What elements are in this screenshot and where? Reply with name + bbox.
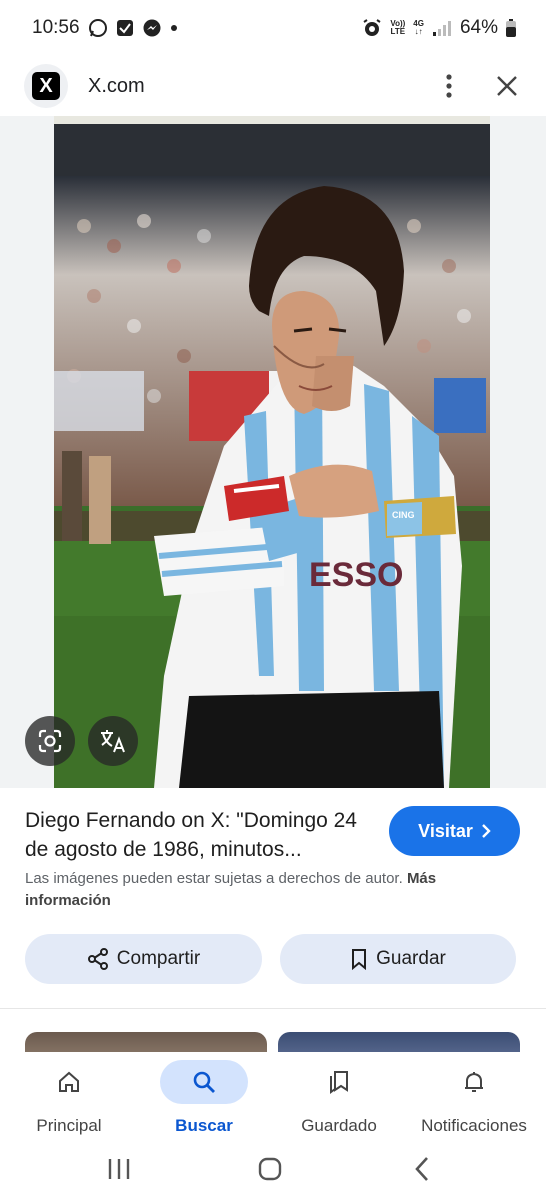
jersey-sponsor-text: ESSO xyxy=(309,556,403,594)
result-title[interactable]: Diego Fernando on X: "Domingo 24 de agos… xyxy=(25,806,365,864)
photo-illustration: CING ESSO xyxy=(54,116,490,788)
share-icon xyxy=(87,948,108,970)
site-name[interactable]: X.com xyxy=(88,75,434,98)
save-button[interactable]: Guardar xyxy=(280,934,516,984)
whatsapp-icon xyxy=(88,18,108,38)
bookmark-icon xyxy=(352,949,367,970)
copyright-notice: Las imágenes pueden estar sujetas a dere… xyxy=(25,868,521,912)
status-left: 10:56 xyxy=(32,17,178,39)
nav-notifications[interactable]: Notificaciones xyxy=(418,1052,530,1140)
nav-saved[interactable]: Guardado xyxy=(295,1052,383,1140)
share-button[interactable]: Compartir xyxy=(25,934,262,984)
alarm-icon xyxy=(362,18,382,38)
save-label: Guardar xyxy=(376,948,446,969)
collections-icon xyxy=(330,1071,348,1094)
recent-apps-icon xyxy=(108,1159,130,1179)
chevron-right-icon xyxy=(481,824,491,838)
bottom-navigation: Principal Buscar Guardado Notificaciones xyxy=(0,1052,546,1140)
network-gen-label: 4G xyxy=(413,19,424,28)
result-info-panel: Diego Fernando on X: "Domingo 24 de agos… xyxy=(0,788,546,1008)
nav-search-icon-wrap xyxy=(160,1060,248,1104)
result-photo[interactable]: CING ESSO xyxy=(54,116,490,788)
status-right: Vo)) LTE 4G ↓↑ 64% xyxy=(362,17,516,39)
translate-button[interactable] xyxy=(88,716,138,766)
recent-apps-button[interactable] xyxy=(104,1154,134,1184)
signal-icon xyxy=(432,19,452,37)
lens-icon xyxy=(38,729,62,753)
nav-notifications-icon-wrap xyxy=(430,1060,518,1104)
clock: 10:56 xyxy=(32,17,80,38)
nav-saved-icon-wrap xyxy=(295,1060,383,1104)
site-favicon: X xyxy=(24,64,68,108)
viewer-topbar: X X.com xyxy=(0,56,546,116)
share-label: Compartir xyxy=(116,948,201,969)
google-lens-button[interactable] xyxy=(25,716,75,766)
checkbox-notification-icon xyxy=(116,19,134,37)
battery-icon xyxy=(506,19,516,37)
nav-home-label: Principal xyxy=(36,1116,102,1135)
nav-notifications-label: Notificaciones xyxy=(421,1116,527,1135)
home-button-icon xyxy=(258,1157,282,1181)
visit-button[interactable]: Visitar xyxy=(389,806,520,856)
armband-text: CING xyxy=(392,510,415,520)
volte-indicator: Vo)) LTE xyxy=(390,20,405,36)
status-bar: 10:56 Vo)) LTE 4G ↓↑ 64% xyxy=(0,0,546,56)
visit-label: Visitar xyxy=(418,820,473,841)
dot-icon xyxy=(170,24,178,32)
back-button[interactable] xyxy=(410,1154,434,1184)
volte-bottom: LTE xyxy=(390,27,406,36)
nav-search-label: Buscar xyxy=(175,1116,233,1135)
nav-home[interactable]: Principal xyxy=(25,1052,113,1140)
bell-icon xyxy=(465,1072,483,1092)
close-icon[interactable] xyxy=(492,71,522,101)
search-icon xyxy=(193,1071,215,1093)
nav-home-icon-wrap xyxy=(25,1060,113,1104)
home-system-button[interactable] xyxy=(256,1154,284,1184)
translate-icon xyxy=(101,730,125,753)
x-logo-icon: X xyxy=(32,72,60,100)
nav-search[interactable]: Buscar xyxy=(160,1052,248,1140)
home-icon xyxy=(59,1071,79,1092)
copyright-text: Las imágenes pueden estar sujetas a dere… xyxy=(25,870,403,887)
system-navigation-bar xyxy=(0,1140,546,1200)
network-gen: 4G ↓↑ xyxy=(413,19,424,36)
back-icon xyxy=(415,1157,428,1181)
battery-percent: 64% xyxy=(459,17,498,38)
section-divider xyxy=(0,1008,546,1009)
nav-saved-label: Guardado xyxy=(301,1116,377,1135)
messenger-icon xyxy=(142,18,162,38)
image-preview-area: CING ESSO xyxy=(0,116,546,788)
x-logo-letter: X xyxy=(39,74,53,97)
more-options-icon[interactable] xyxy=(434,64,464,108)
